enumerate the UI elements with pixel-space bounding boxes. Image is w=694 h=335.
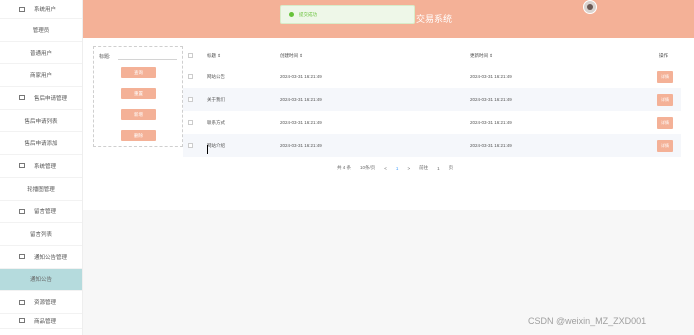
- reset-button[interactable]: 重置: [121, 88, 156, 99]
- row-checkbox[interactable]: [188, 120, 193, 125]
- cell-title: 关于我们: [207, 96, 225, 102]
- success-check-icon: [289, 12, 294, 17]
- sidebar-group-products[interactable]: 商品管理: [0, 314, 82, 329]
- cell-created: 2024-03-31 16:21:49: [280, 143, 322, 148]
- sidebar-item-label: 通知公告: [29, 277, 52, 284]
- sidebar-group-system-users[interactable]: 系统用户: [0, 0, 82, 19]
- goto-page-input[interactable]: 1: [437, 166, 440, 171]
- text-cursor: [207, 145, 208, 154]
- cell-title: 网站介绍: [207, 142, 225, 148]
- menu-icon: [19, 299, 25, 305]
- sidebar-group-system[interactable]: 系统管理: [0, 155, 82, 178]
- column-title-header[interactable]: 标题 ⇕: [207, 53, 221, 59]
- delete-button[interactable]: 删除: [121, 130, 156, 141]
- table-row: 关于我们 2024-03-31 16:21:49 2024-03-31 16:2…: [183, 88, 681, 111]
- search-label: 标题:: [99, 54, 111, 60]
- menu-icon: [19, 95, 25, 101]
- title-search-input[interactable]: [118, 51, 177, 60]
- sidebar-item-merchant-users[interactable]: 商家用户: [0, 64, 82, 88]
- sidebar-item-after-sales-list[interactable]: 售后申请列表: [0, 110, 82, 133]
- avatar[interactable]: [583, 0, 597, 14]
- table-row: 联系方式 2024-03-31 16:21:49 2024-03-31 16:2…: [183, 111, 681, 134]
- next-page-button[interactable]: >: [407, 166, 410, 171]
- goto-unit-label: 页: [448, 165, 454, 170]
- sidebar-group-messages[interactable]: 留言管理: [0, 201, 82, 224]
- sidebar-item-label: 轮播图管理: [27, 186, 55, 193]
- column-created-header[interactable]: 创建时间 ⇕: [280, 53, 303, 59]
- success-toast: 提交成功: [280, 5, 415, 24]
- sidebar-item-after-sales-add[interactable]: 售后申请添加: [0, 132, 82, 156]
- row-checkbox[interactable]: [188, 97, 193, 102]
- sidebar-item-label: 售后申请管理: [34, 95, 68, 102]
- detail-button[interactable]: 详情: [657, 139, 673, 152]
- total-count: 共 4 条: [337, 165, 352, 170]
- column-updated-header[interactable]: 更新时间 ⇕: [470, 53, 493, 59]
- sidebar-item-notices[interactable]: 通知公告: [0, 268, 82, 292]
- cell-updated: 2024-03-31 16:21:49: [470, 120, 512, 125]
- sidebar-item-label: 售后申请添加: [24, 141, 58, 148]
- detail-button[interactable]: 详情: [657, 70, 673, 83]
- menu-icon: [19, 254, 25, 260]
- page-number-current[interactable]: 1: [396, 166, 399, 171]
- column-op-header: 操作: [659, 52, 668, 58]
- cell-created: 2024-03-31 16:21:49: [280, 97, 322, 102]
- prev-page-button[interactable]: <: [384, 166, 387, 171]
- detail-button[interactable]: 详情: [657, 93, 673, 106]
- sidebar-item-label: 资源管理: [34, 300, 57, 307]
- table-header: 标题 ⇕ 创建时间 ⇕ 更新时间 ⇕ 操作: [183, 46, 681, 65]
- sidebar-item-label: 售后申请列表: [24, 118, 58, 125]
- sidebar-group-after-sales[interactable]: 售后申请管理: [0, 87, 82, 110]
- sidebar-item-admin[interactable]: 管理员: [0, 19, 82, 42]
- search-button[interactable]: 查询: [121, 67, 156, 78]
- cell-created: 2024-03-31 16:21:49: [280, 74, 322, 79]
- toast-message: 提交成功: [299, 11, 317, 17]
- cell-title: 网站公告: [207, 73, 225, 79]
- sidebar: 系统用户 管理员 普通用户 商家用户 售后申请管理 售后申请列表 售后申请添加 …: [0, 0, 83, 335]
- sidebar-item-label: 留言列表: [29, 232, 52, 239]
- menu-icon: [19, 163, 25, 169]
- table-row: 网站公告 2024-03-31 16:21:49 2024-03-31 16:2…: [183, 65, 681, 88]
- table-row: 网站介绍 2024-03-31 16:21:49 2024-03-31 16:2…: [183, 134, 681, 157]
- sidebar-item-label: 系统管理: [34, 163, 57, 170]
- sidebar-item-normal-users[interactable]: 普通用户: [0, 42, 82, 65]
- cell-updated: 2024-03-31 16:21:49: [470, 97, 512, 102]
- sidebar-item-carousel[interactable]: 轮播图管理: [0, 178, 82, 201]
- sidebar-item-label: 留言管理: [34, 209, 57, 216]
- pagination: 共 4 条 10条/页 < 1 > 前往 1 页: [337, 163, 462, 173]
- menu-icon: [19, 208, 25, 214]
- cell-created: 2024-03-31 16:21:49: [280, 120, 322, 125]
- sidebar-item-label: 商家用户: [29, 73, 52, 80]
- sidebar-group-resources[interactable]: 资源管理: [0, 291, 82, 314]
- sidebar-item-label: 系统用户: [34, 7, 57, 13]
- sidebar-group-notices[interactable]: 通知公告管理: [0, 246, 82, 269]
- goto-label: 前往: [419, 165, 429, 170]
- sidebar-item-message-list[interactable]: 留言列表: [0, 223, 82, 246]
- select-all-checkbox[interactable]: [188, 53, 193, 58]
- add-button[interactable]: 新增: [121, 109, 156, 120]
- cell-updated: 2024-03-31 16:21:49: [470, 74, 512, 79]
- header-title: 交易系统: [416, 14, 453, 24]
- cell-updated: 2024-03-31 16:21:49: [470, 143, 512, 148]
- page-size-select[interactable]: 10条/页: [360, 165, 375, 171]
- cell-title: 联系方式: [207, 119, 225, 125]
- row-checkbox[interactable]: [188, 74, 193, 79]
- row-checkbox[interactable]: [188, 143, 193, 148]
- sidebar-item-label: 通知公告管理: [34, 254, 68, 261]
- search-panel: 标题: 查询 重置 新增 删除: [93, 46, 183, 147]
- detail-button[interactable]: 详情: [657, 116, 673, 129]
- sidebar-item-label: 商品管理: [34, 318, 57, 325]
- sidebar-item-label: 管理员: [32, 27, 50, 34]
- menu-icon: [19, 6, 25, 12]
- sidebar-item-label: 普通用户: [29, 50, 52, 57]
- menu-icon: [19, 318, 25, 324]
- csdn-watermark: CSDN @weixin_MZ_ZXD001: [528, 316, 647, 326]
